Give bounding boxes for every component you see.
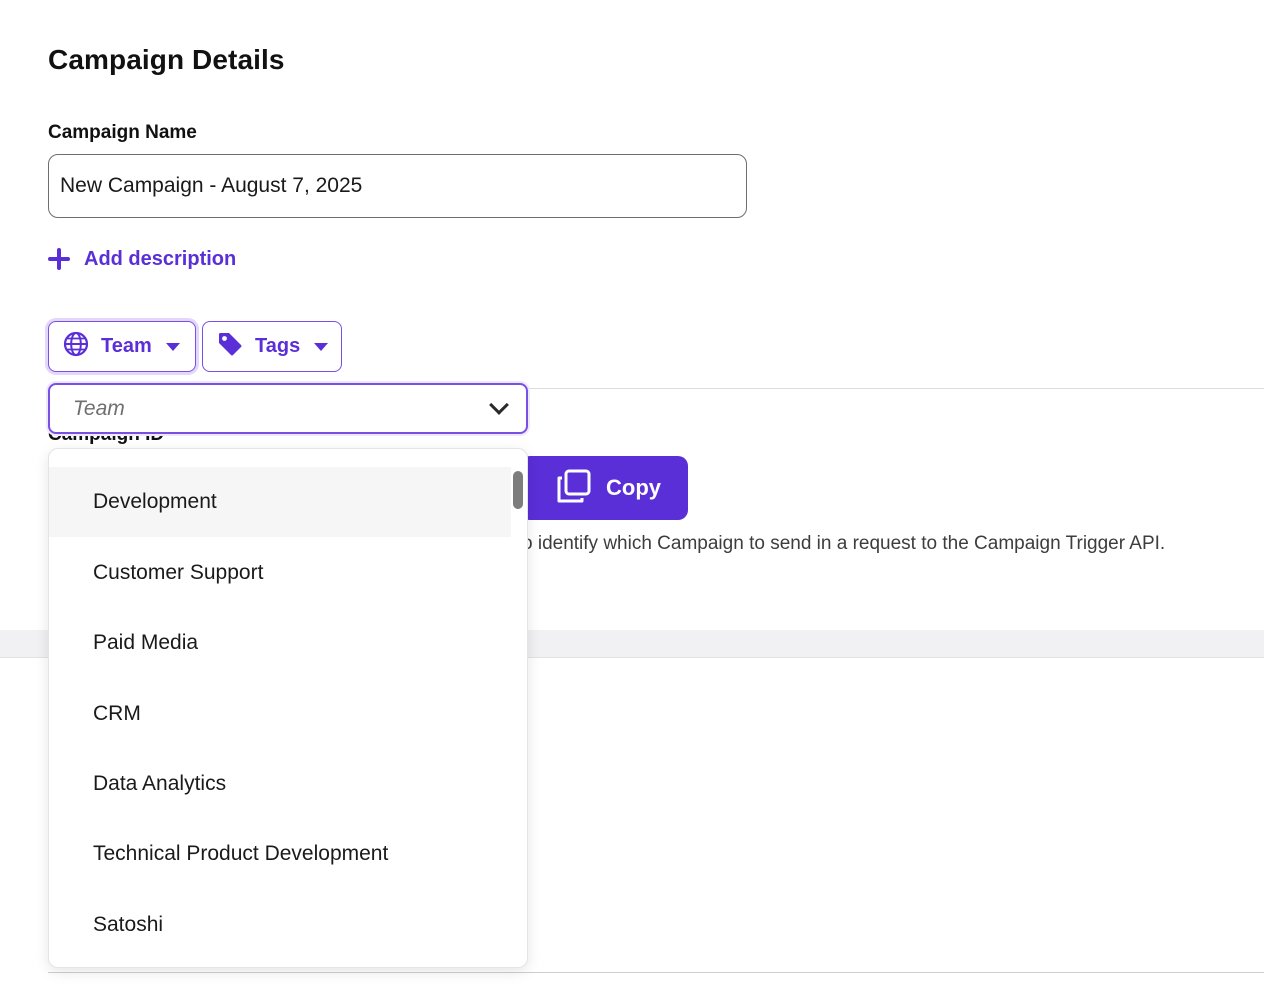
dropdown-option-data-analytics[interactable]: Data Analytics — [49, 749, 511, 819]
copy-button[interactable]: Copy — [520, 456, 688, 520]
dropdown-option-development[interactable]: Development — [49, 467, 511, 537]
copy-button-label: Copy — [606, 475, 661, 500]
caret-down-icon — [314, 342, 329, 351]
page-title: Campaign Details — [48, 44, 285, 75]
dropdown-option-technical-product-development[interactable]: Technical Product Development — [49, 819, 511, 889]
caret-down-icon — [165, 342, 180, 351]
copy-icon — [556, 468, 592, 509]
team-chip-label: Team — [101, 335, 152, 357]
team-dropdown-menu: Development Customer Support Paid Media … — [48, 448, 528, 968]
team-select-placeholder: Team — [73, 396, 125, 420]
team-chip-button[interactable]: Team — [48, 321, 196, 372]
dropdown-option-customer-support[interactable]: Customer Support — [49, 538, 511, 608]
tag-icon — [217, 331, 243, 362]
chevron-down-icon — [489, 395, 509, 415]
campaign-id-help-text: o identify which Campaign to send in a r… — [522, 533, 1166, 554]
dropdown-scrollbar[interactable] — [513, 471, 523, 509]
team-select[interactable]: Team — [48, 383, 528, 434]
bottom-divider — [48, 972, 1264, 973]
campaign-name-label: Campaign Name — [48, 122, 197, 143]
tags-chip-button[interactable]: Tags — [202, 321, 342, 372]
tags-chip-label: Tags — [255, 335, 301, 357]
globe-icon — [63, 331, 89, 362]
dropdown-option-satoshi[interactable]: Satoshi — [49, 890, 511, 960]
dropdown-option-paid-media[interactable]: Paid Media — [49, 608, 511, 678]
campaign-name-input[interactable] — [48, 154, 747, 218]
dropdown-option-crm[interactable]: CRM — [49, 679, 511, 749]
plus-icon — [46, 246, 72, 272]
add-description-button[interactable]: Add description — [46, 246, 236, 272]
add-description-label: Add description — [84, 247, 237, 270]
